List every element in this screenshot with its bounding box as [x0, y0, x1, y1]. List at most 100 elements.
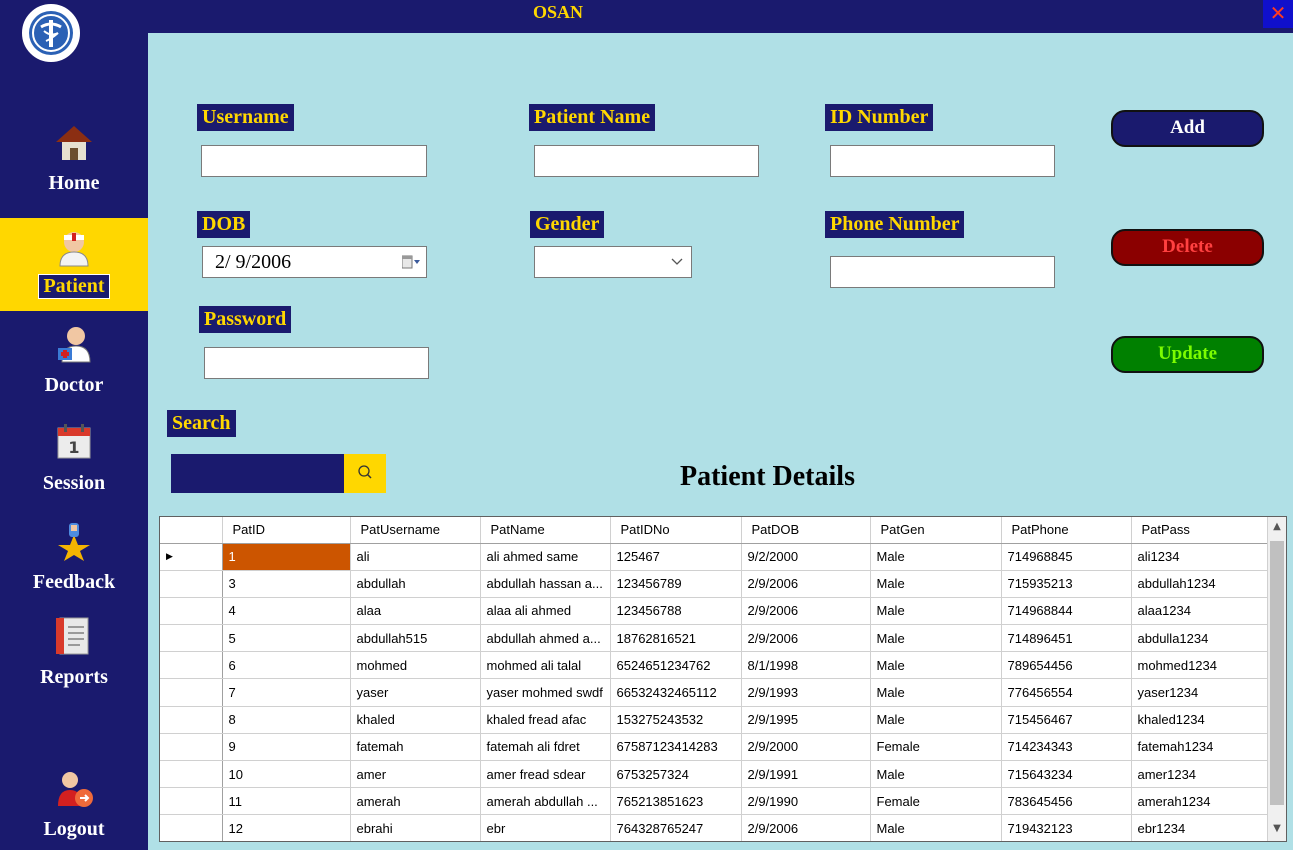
- sidebar-item-feedback[interactable]: Feedback: [0, 521, 148, 594]
- table-cell[interactable]: khaled1234: [1131, 706, 1270, 734]
- table-cell[interactable]: alaa: [350, 597, 481, 626]
- search-button[interactable]: [344, 454, 386, 493]
- table-cell[interactable]: 9: [222, 733, 351, 762]
- add-button[interactable]: Add: [1111, 110, 1264, 147]
- table-cell[interactable]: ebr: [480, 814, 611, 841]
- table-row[interactable]: ▶ 1 ali ali ahmed same 125467 9/2/2000 Male 714…: [160, 543, 1270, 571]
- table-cell[interactable]: ebr1234: [1131, 814, 1270, 841]
- row-header[interactable]: [160, 814, 223, 841]
- table-cell[interactable]: 2/9/2006: [741, 597, 871, 626]
- table-cell[interactable]: 153275243532: [610, 706, 742, 734]
- row-header[interactable]: [160, 706, 223, 734]
- sidebar-item-home[interactable]: Home: [0, 122, 148, 195]
- table-cell[interactable]: ali: [350, 543, 481, 571]
- table-cell[interactable]: Male: [870, 543, 1002, 571]
- table-cell[interactable]: 8/1/1998: [741, 651, 871, 680]
- table-cell[interactable]: Male: [870, 597, 1002, 626]
- table-cell[interactable]: 3: [222, 570, 351, 598]
- scroll-up-icon[interactable]: ▲: [1271, 521, 1283, 533]
- table-cell[interactable]: 764328765247: [610, 814, 742, 841]
- scroll-down-icon[interactable]: ▼: [1271, 823, 1283, 835]
- table-cell[interactable]: Female: [870, 787, 1002, 816]
- table-cell[interactable]: abdulla1234: [1131, 624, 1270, 653]
- column-header[interactable]: PatPhone: [1001, 517, 1132, 544]
- table-cell[interactable]: 6753257324: [610, 760, 742, 789]
- table-cell[interactable]: yaser mohmed swdf: [480, 678, 611, 707]
- table-cell[interactable]: 5: [222, 624, 351, 653]
- table-cell[interactable]: 2/9/2000: [741, 733, 871, 762]
- table-cell[interactable]: khaled: [350, 706, 481, 734]
- table-cell[interactable]: 11: [222, 787, 351, 816]
- table-row[interactable]: 3 abdullah abdullah hassan a... 123456789 2/…: [160, 570, 1270, 598]
- table-cell[interactable]: 714968845: [1001, 543, 1132, 571]
- table-cell[interactable]: yaser: [350, 678, 481, 707]
- table-cell[interactable]: 719432123: [1001, 814, 1132, 841]
- table-row[interactable]: 7 yaser yaser mohmed swdf 66532432465112 2/9…: [160, 678, 1270, 707]
- close-button[interactable]: ✕: [1263, 0, 1293, 28]
- table-cell[interactable]: 12: [222, 814, 351, 841]
- table-cell[interactable]: Male: [870, 651, 1002, 680]
- table-cell[interactable]: ebrahi: [350, 814, 481, 841]
- table-cell[interactable]: yaser1234: [1131, 678, 1270, 707]
- row-header[interactable]: [160, 760, 223, 789]
- table-cell[interactable]: Female: [870, 733, 1002, 762]
- scroll-thumb[interactable]: [1270, 541, 1284, 805]
- search-input[interactable]: [171, 454, 344, 493]
- sidebar-item-doctor[interactable]: Doctor: [0, 324, 148, 397]
- table-cell[interactable]: abdullah: [350, 570, 481, 598]
- table-cell[interactable]: 6524651234762: [610, 651, 742, 680]
- row-header[interactable]: [160, 651, 223, 680]
- table-cell[interactable]: 123456789: [610, 570, 742, 598]
- table-cell[interactable]: amerah: [350, 787, 481, 816]
- row-header[interactable]: [160, 787, 223, 816]
- table-cell[interactable]: 18762816521: [610, 624, 742, 653]
- delete-button[interactable]: Delete: [1111, 229, 1264, 266]
- table-cell[interactable]: 1: [222, 543, 351, 571]
- table-cell[interactable]: 8: [222, 706, 351, 734]
- table-cell[interactable]: abdullah ahmed a...: [480, 624, 611, 653]
- row-header[interactable]: [160, 624, 223, 653]
- column-header[interactable]: PatName: [480, 517, 611, 544]
- table-row[interactable]: 9 fatemah fatemah ali fdret 67587123414283 2…: [160, 733, 1270, 762]
- row-header[interactable]: [160, 733, 223, 762]
- table-cell[interactable]: 2/9/1990: [741, 787, 871, 816]
- row-header[interactable]: [160, 597, 223, 626]
- sidebar-item-session[interactable]: 1 Session: [0, 422, 148, 495]
- table-row[interactable]: 5 abdullah515 abdullah ahmed a... 187628165…: [160, 624, 1270, 653]
- table-cell[interactable]: 66532432465112: [610, 678, 742, 707]
- table-cell[interactable]: mohmed ali talal: [480, 651, 611, 680]
- calendar-dropdown-icon[interactable]: [402, 254, 420, 270]
- vertical-scrollbar[interactable]: ▲ ▼: [1267, 517, 1286, 841]
- row-header[interactable]: [160, 678, 223, 707]
- table-cell[interactable]: 123456788: [610, 597, 742, 626]
- table-cell[interactable]: Male: [870, 814, 1002, 841]
- patient-data-grid[interactable]: PatID PatUsername PatName PatIDNo PatDOB…: [159, 516, 1287, 842]
- table-cell[interactable]: Male: [870, 624, 1002, 653]
- table-cell[interactable]: 2/9/2006: [741, 624, 871, 653]
- table-cell[interactable]: amer1234: [1131, 760, 1270, 789]
- gender-select[interactable]: [534, 246, 692, 278]
- table-cell[interactable]: Male: [870, 678, 1002, 707]
- sidebar-item-patient[interactable]: Patient: [0, 218, 148, 311]
- phone-number-input[interactable]: [830, 256, 1055, 288]
- table-row[interactable]: 4 alaa alaa ali ahmed 123456788 2/9/2006 Male…: [160, 597, 1270, 626]
- table-cell[interactable]: abdullah515: [350, 624, 481, 653]
- table-cell[interactable]: Male: [870, 570, 1002, 598]
- table-cell[interactable]: 715456467: [1001, 706, 1132, 734]
- sidebar-item-reports[interactable]: Reports: [0, 616, 148, 689]
- table-cell[interactable]: amerah abdullah ...: [480, 787, 611, 816]
- table-cell[interactable]: mohmed1234: [1131, 651, 1270, 680]
- table-cell[interactable]: 776456554: [1001, 678, 1132, 707]
- table-row[interactable]: 11 amerah amerah abdullah ... 765213851623 2…: [160, 787, 1270, 816]
- table-cell[interactable]: 2/9/1991: [741, 760, 871, 789]
- table-row[interactable]: 10 amer amer fread sdear 6753257324 2/9/1991…: [160, 760, 1270, 789]
- column-header[interactable]: PatDOB: [741, 517, 871, 544]
- table-cell[interactable]: 715643234: [1001, 760, 1132, 789]
- dob-date-picker[interactable]: 2/ 9/2006: [202, 246, 427, 278]
- table-cell[interactable]: 714968844: [1001, 597, 1132, 626]
- table-cell[interactable]: khaled fread afac: [480, 706, 611, 734]
- table-cell[interactable]: 714234343: [1001, 733, 1132, 762]
- table-cell[interactable]: 783645456: [1001, 787, 1132, 816]
- table-cell[interactable]: alaa ali ahmed: [480, 597, 611, 626]
- sidebar-item-logout[interactable]: Logout: [0, 768, 148, 841]
